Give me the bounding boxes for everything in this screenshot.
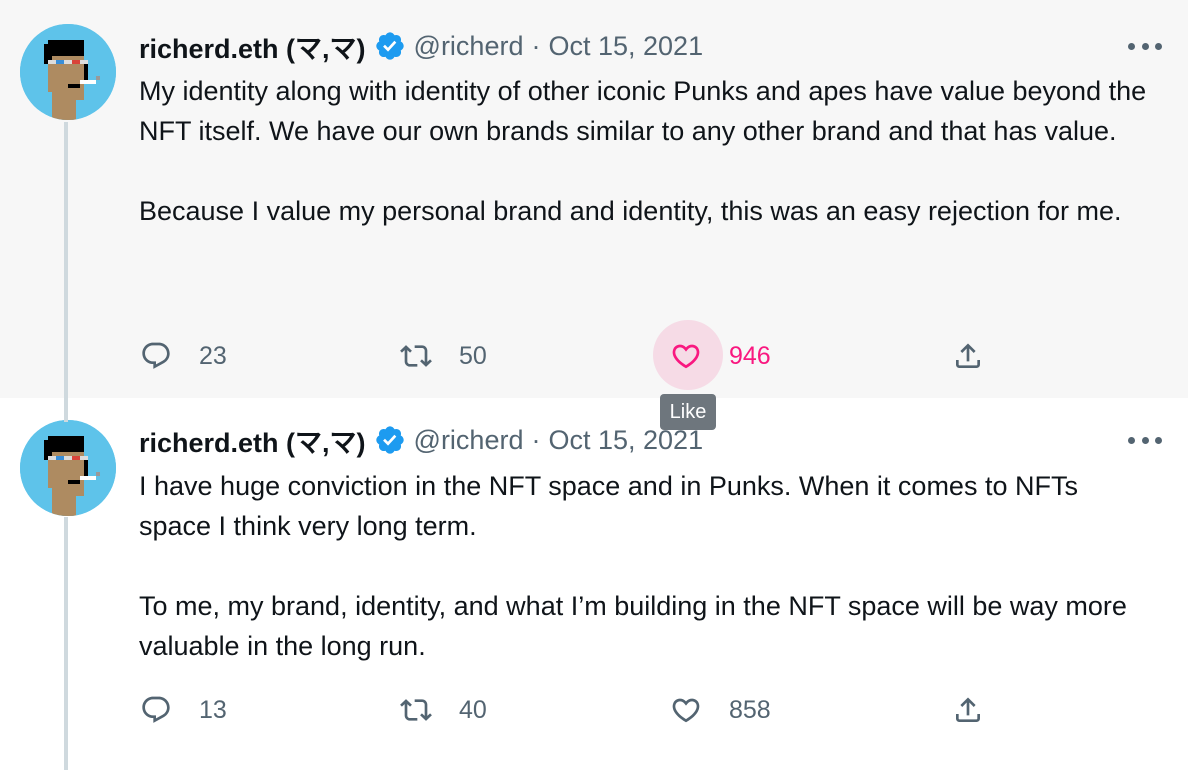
tweet-actions: 23 50 946 (139, 320, 999, 390)
more-options-icon[interactable] (1128, 36, 1162, 56)
retweet-icon (399, 693, 433, 727)
retweet-button[interactable]: 40 (399, 690, 487, 730)
heart-icon (669, 693, 703, 727)
tweet-header: richerd.eth (マ,マ) @richerd · Oct 15, 202… (139, 28, 703, 64)
reply-icon (139, 339, 173, 373)
reply-icon (139, 693, 173, 727)
tweet-text: My identity along with identity of other… (139, 71, 1149, 231)
verified-badge-icon (374, 424, 406, 456)
like-button[interactable]: 858 (669, 690, 771, 730)
like-count: 858 (729, 695, 771, 724)
author-handle[interactable]: @richerd (414, 31, 524, 62)
thread-line (64, 122, 68, 422)
share-button[interactable] (951, 690, 985, 730)
tweet-paragraph: My identity along with identity of other… (139, 76, 1147, 146)
tweet-paragraph: Because I value my personal brand and id… (139, 196, 1122, 226)
author-handle[interactable]: @richerd (414, 425, 524, 456)
thread-line (64, 517, 68, 770)
author-name[interactable]: richerd.eth (マ,マ) (139, 27, 366, 66)
like-count: 946 (729, 341, 771, 370)
avatar[interactable] (20, 24, 116, 120)
retweet-icon (399, 339, 433, 373)
avatar[interactable] (20, 420, 116, 516)
share-icon (951, 693, 985, 727)
heart-icon (669, 339, 703, 373)
tweet-text: I have huge conviction in the NFT space … (139, 466, 1149, 666)
reply-button[interactable]: 23 (139, 336, 227, 376)
separator-dot: · (531, 424, 541, 455)
separator-dot: · (531, 30, 541, 61)
verified-badge-icon (374, 30, 406, 62)
more-options-icon[interactable] (1128, 430, 1162, 450)
reply-count: 13 (199, 695, 227, 724)
reply-button[interactable]: 13 (139, 690, 227, 730)
share-icon (951, 339, 985, 373)
tweet-header: richerd.eth (マ,マ) @richerd · Oct 15, 202… (139, 422, 703, 458)
tweet-date[interactable]: Oct 15, 2021 (548, 31, 703, 62)
retweet-count: 40 (459, 695, 487, 724)
reply-count: 23 (199, 341, 227, 370)
like-button[interactable]: 946 (669, 336, 771, 376)
tweet-paragraph: I have huge conviction in the NFT space … (139, 471, 1078, 541)
tweet-actions: 13 40 858 (139, 690, 999, 730)
tweet[interactable]: richerd.eth (マ,マ) @richerd · Oct 15, 202… (0, 0, 1188, 398)
author-name[interactable]: richerd.eth (マ,マ) (139, 421, 366, 460)
share-button[interactable] (951, 336, 985, 376)
like-tooltip: Like (660, 394, 716, 430)
retweet-button[interactable]: 50 (399, 336, 487, 376)
tweet-paragraph: To me, my brand, identity, and what I’m … (139, 591, 1127, 661)
tweet[interactable]: richerd.eth (マ,マ) @richerd · Oct 15, 202… (0, 398, 1188, 770)
retweet-count: 50 (459, 341, 487, 370)
